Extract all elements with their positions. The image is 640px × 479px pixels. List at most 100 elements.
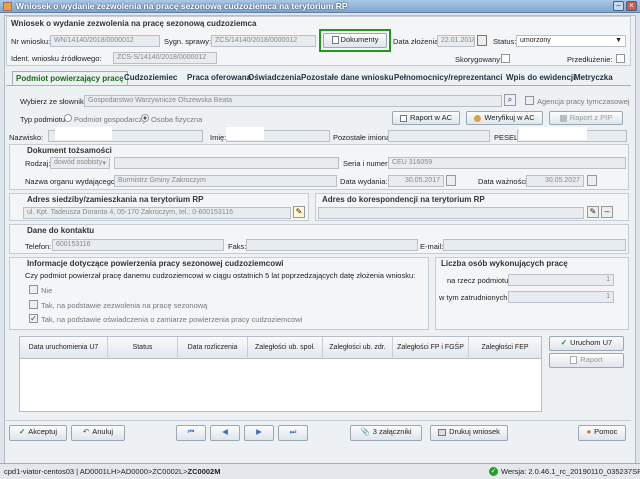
documents-button[interactable]: Dokumenty xyxy=(323,33,387,48)
slownik-field[interactable]: Gospodarstwo Warzywnicze Olszewska Beata xyxy=(84,95,502,107)
drukuj-button[interactable]: Drukuj wniosek xyxy=(430,425,508,441)
minimize-icon[interactable]: – xyxy=(613,1,624,11)
dokument-title: Dokument tożsamości xyxy=(27,146,112,155)
tab-pelnomocnicy[interactable]: Pełnomocnicy/reprezentanci xyxy=(391,71,505,85)
adres-field[interactable]: ul. Kpt. Tadeusza Doranta 4, 05-170 Zakr… xyxy=(23,207,291,219)
skoryg-checkbox[interactable] xyxy=(501,54,510,63)
date-field[interactable]: 22.01.2018 xyxy=(437,35,475,47)
search-icon[interactable]: ⌕ xyxy=(504,94,516,106)
status-path-text: cpd1-viator-centos03 | AD0001LH>AD0000>Z… xyxy=(4,467,188,476)
footer-divider xyxy=(6,420,631,421)
remove-icon[interactable]: – xyxy=(601,206,613,218)
col-header[interactable]: Data rozliczenia xyxy=(178,337,248,359)
window-title: Wniosek o wydanie zezwolenia na pracę se… xyxy=(16,1,348,11)
documents-icon xyxy=(331,36,339,45)
tab-cudzoziemiec[interactable]: Cudzoziemiec xyxy=(121,71,180,85)
osw-checkbox[interactable]: ✓ xyxy=(29,314,38,323)
tel-field[interactable]: 600153116 xyxy=(52,239,224,251)
data-wyd-label: Data wydania: xyxy=(340,177,388,186)
col-header[interactable]: Zaległości FEP xyxy=(469,337,541,359)
data-waz-field[interactable]: 30.05.2027 xyxy=(526,175,584,187)
col-header[interactable]: Zaległości ub. społ. xyxy=(248,337,323,359)
data-waz-label: Data ważności: xyxy=(478,177,529,186)
help-icon: ● xyxy=(586,427,592,436)
info-question: Czy podmiot powierzał pracę danemu cudzo… xyxy=(25,271,416,280)
version-text: Wersja: 2.0.46.1_rc_20190110_035237SRC xyxy=(501,467,640,476)
opt1-label: Podmiot gospodarczy xyxy=(74,115,147,124)
next-record-button[interactable]: ▶ xyxy=(244,425,274,441)
opt2-label: Osoba fizyczna xyxy=(151,115,203,124)
pomoc-button[interactable]: ● Pomoc xyxy=(578,425,626,441)
raport-button[interactable]: Raport xyxy=(549,353,624,368)
calendar-icon[interactable] xyxy=(477,35,487,46)
agencja-label: Agencja pracy tymczasowej xyxy=(537,97,630,106)
rodzaj-select[interactable]: dowód osobisty ▾ xyxy=(50,157,110,169)
anuluj-button[interactable]: ↶ Anuluj xyxy=(71,425,125,441)
zezw-checkbox[interactable] xyxy=(29,300,38,309)
ident-label: Ident. wniosku źródłowego: xyxy=(11,54,102,63)
zalaczniki-label: 3 załączniki xyxy=(372,427,412,436)
col-header[interactable]: Zaległości FP i FGŚP xyxy=(393,337,469,359)
report-icon xyxy=(399,114,407,122)
check-icon: ✓ xyxy=(18,427,26,436)
pip-icon xyxy=(559,114,567,122)
nie-checkbox[interactable] xyxy=(29,285,38,294)
undo-icon: ↶ xyxy=(82,427,90,436)
close-icon[interactable]: × xyxy=(626,1,637,11)
status-path-current: ZC0002M xyxy=(187,467,221,476)
zatr-field[interactable]: 1 xyxy=(508,291,614,303)
last-record-button[interactable]: ⏭ xyxy=(278,425,308,441)
radio-podmiot[interactable] xyxy=(64,114,72,122)
radio-osoba[interactable] xyxy=(141,114,149,122)
raport-ac-button[interactable]: Raport w AC xyxy=(392,111,460,125)
tab-divider xyxy=(6,85,631,86)
kontakt-title: Dane do kontaktu xyxy=(27,226,95,235)
prev-record-button[interactable]: ◀ xyxy=(210,425,240,441)
u7-table-header: Data uruchomienia U7 Status Data rozlicz… xyxy=(20,337,541,359)
adres-title: Adres siedziby/zamieszkania na terytoriu… xyxy=(27,195,204,204)
tab-wpis[interactable]: Wpis do ewidencji xyxy=(503,71,578,85)
raport-pip-button[interactable]: Raport z PIP xyxy=(549,111,623,125)
akceptuj-button[interactable]: ✓ Akceptuj xyxy=(9,425,67,441)
uruchom-u7-button[interactable]: ✓ Uruchom U7 xyxy=(549,336,624,351)
organ-field[interactable]: Burmistrz Gminy Zakroczym xyxy=(114,175,337,187)
tab-podmiot[interactable]: Podmiot powierzający pracę xyxy=(12,71,128,85)
sygn-field[interactable]: ZCS/14140/2018/0000012 xyxy=(211,35,316,47)
organ-label: Nazwa organu wydającego: xyxy=(25,177,118,186)
opt-osw-label: Tak, na podstawie oświadczenia o zamiarz… xyxy=(41,315,303,324)
ident-field[interactable]: ZCS-S/14140/2018/0000012 xyxy=(113,52,217,64)
col-header[interactable]: Data uruchomienia U7 xyxy=(20,337,108,359)
koresp-title: Adres do korespondencji na terytorium RP xyxy=(322,195,485,204)
agencja-checkbox[interactable] xyxy=(525,96,534,105)
edit-icon[interactable]: ✎ xyxy=(587,206,599,218)
tab-pozostale[interactable]: Pozostałe dane wniosku xyxy=(298,71,396,85)
weryfikuj-ac-button[interactable]: Weryfikuj w AC xyxy=(466,111,543,125)
col-header[interactable]: Zaległości ub. zdr. xyxy=(323,337,393,359)
liczba-title: Liczba osób wykonujących pracę xyxy=(441,259,568,268)
calendar-icon[interactable] xyxy=(446,175,456,186)
faks-field[interactable] xyxy=(246,239,418,251)
rzecz-field[interactable]: 1 xyxy=(508,274,614,286)
data-wyd-field[interactable]: 30.05.2017 xyxy=(388,175,444,187)
email-field[interactable] xyxy=(443,239,626,251)
status-label: Status: xyxy=(493,37,517,46)
pozostale-field[interactable] xyxy=(388,130,490,142)
tab-metryczka[interactable]: Metryczka xyxy=(571,71,616,85)
calendar-icon[interactable] xyxy=(587,175,597,186)
nr-field[interactable]: WN/14140/2018/0000012 xyxy=(50,35,160,47)
first-record-button[interactable]: ⏮ xyxy=(176,425,206,441)
seria-field[interactable]: CEU 316059 xyxy=(388,157,626,169)
koresp-field[interactable] xyxy=(318,207,584,219)
status-value: umorzony xyxy=(520,37,551,44)
przed-checkbox[interactable] xyxy=(616,54,625,63)
tab-praca[interactable]: Praca oferowana xyxy=(184,71,254,85)
rzecz-label: na rzecz podmiotu: xyxy=(447,276,511,285)
faks-label: Faks: xyxy=(228,242,247,251)
tab-oswiadczenia[interactable]: Oświadczenia xyxy=(245,71,304,85)
status-select[interactable]: umorzony ▼ xyxy=(516,35,626,47)
col-header[interactable]: Status xyxy=(108,337,178,359)
zalaczniki-button[interactable]: 📎 3 załączniki xyxy=(350,425,422,441)
rodzaj-extra-field[interactable] xyxy=(114,157,339,169)
weryfikuj-ac-label: Weryfikuj w AC xyxy=(484,113,535,122)
edit-icon[interactable]: ✎ xyxy=(293,206,305,218)
